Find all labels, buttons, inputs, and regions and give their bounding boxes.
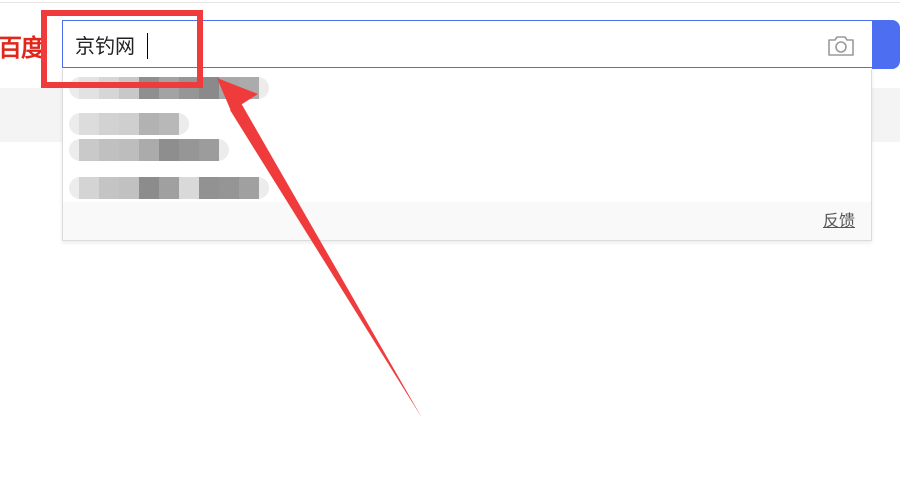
blurred-suggestion-text [69,139,229,161]
annotation-highlight-box [41,10,203,88]
screenshot-stage: 百度 反馈 [0,0,900,500]
baidu-logo[interactable]: 百度 [0,30,45,66]
top-divider [0,2,900,3]
suggestion-item[interactable] [69,175,269,201]
suggestion-item[interactable] [69,137,229,163]
blurred-suggestion-text [69,113,189,135]
suggestion-item[interactable] [69,111,189,137]
feedback-link[interactable]: 反馈 [823,211,855,231]
search-button[interactable] [872,20,900,69]
blurred-suggestion-text [69,177,269,199]
dropdown-footer: 反馈 [63,202,871,240]
suggestion-dropdown: 反馈 [62,69,872,241]
camera-icon[interactable] [826,34,856,58]
